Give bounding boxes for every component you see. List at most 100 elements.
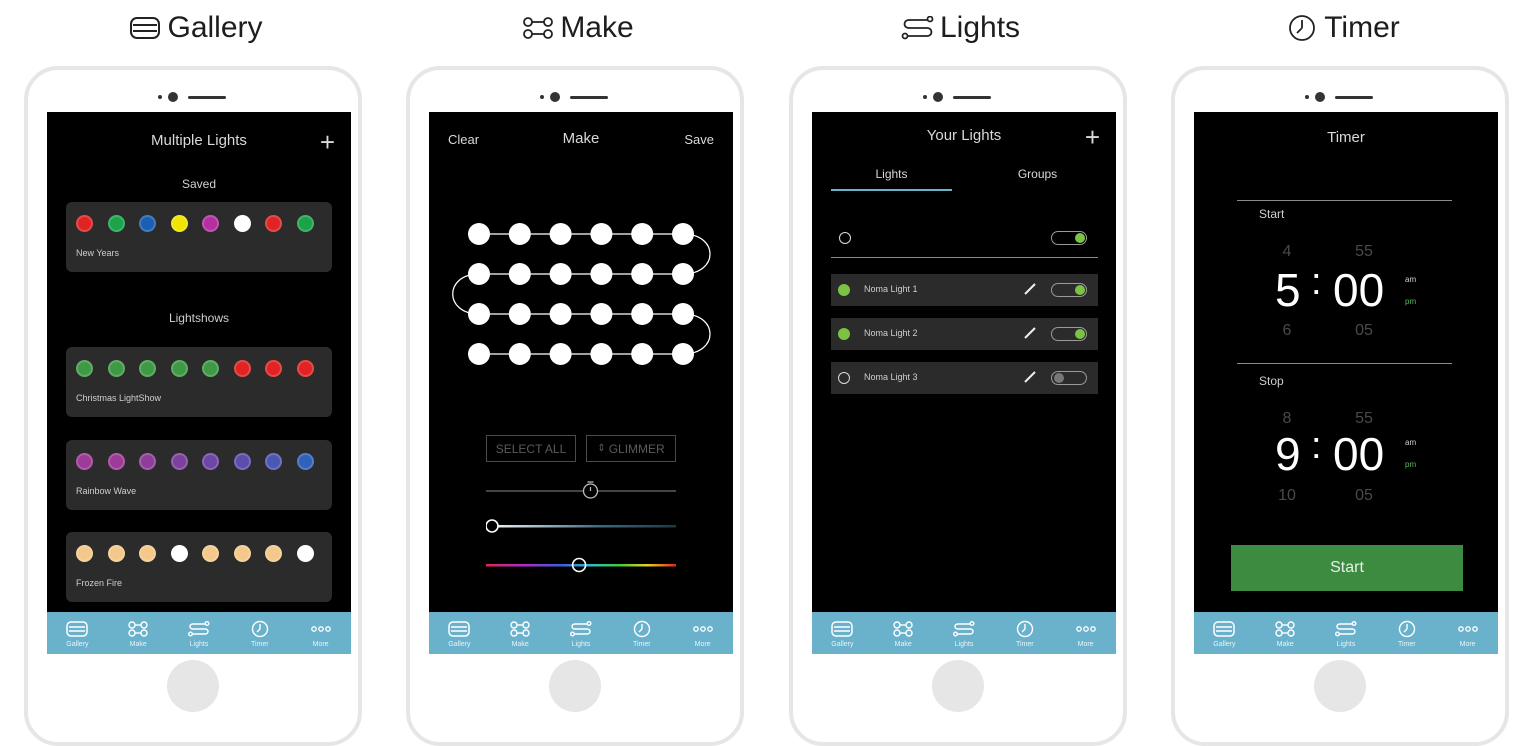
tab-gallery[interactable]: Gallery [812,612,873,654]
make-icon [1274,619,1296,639]
stop-min-next[interactable]: 05 [1344,487,1384,505]
light-bulb[interactable] [672,303,694,325]
tab-lights[interactable]: Lights [169,612,230,654]
start-hour-prev[interactable]: 4 [1267,243,1307,261]
add-button[interactable]: + [1085,124,1100,150]
stop-colon: : [1311,425,1322,467]
brightness-track[interactable] [486,525,676,528]
light-bulb[interactable] [549,303,572,325]
stop-am[interactable]: am [1405,438,1416,447]
light-toggle[interactable] [1051,327,1087,341]
start-minute[interactable]: 00 [1333,263,1384,317]
light-bulb[interactable] [631,303,654,325]
home-button[interactable] [167,660,219,712]
stop-hour[interactable]: 9 [1275,427,1301,481]
tab-timer[interactable]: Timer [229,612,290,654]
start-hour[interactable]: 5 [1275,263,1301,317]
light-bulb[interactable] [508,303,531,325]
home-button[interactable] [1314,660,1366,712]
color-dot [233,360,251,377]
stop-min-prev[interactable]: 55 [1344,410,1384,428]
start-pm[interactable]: pm [1405,297,1416,306]
light-row[interactable]: Noma Light 1 [831,274,1098,306]
start-min-prev[interactable]: 55 [1344,243,1384,261]
light-bulb[interactable] [631,263,654,285]
light-bulb[interactable] [549,223,572,245]
light-bulb[interactable] [549,263,572,285]
light-string-grid[interactable] [449,222,719,372]
light-bulb[interactable] [508,223,531,245]
light-toggle[interactable] [1051,371,1087,385]
light-bulb[interactable] [468,223,490,245]
make-sliders[interactable] [486,480,676,580]
light-bulb[interactable] [549,343,572,365]
tab-timer[interactable]: Timer [994,612,1055,654]
light-bulb[interactable] [468,343,490,365]
light-bulb[interactable] [590,263,613,285]
tab-lights[interactable]: Lights [831,167,952,181]
tab-label: Lights [189,641,209,648]
tab-make[interactable]: Make [873,612,934,654]
stop-hour-next[interactable]: 10 [1267,487,1307,505]
light-bulb[interactable] [508,263,531,285]
select-all-radio[interactable] [839,232,851,244]
edit-pencil-icon[interactable] [1023,326,1037,345]
light-toggle[interactable] [1051,283,1087,297]
edit-pencil-icon[interactable] [1023,370,1037,389]
speed-slider-thumb[interactable] [582,481,599,499]
light-bulb[interactable] [672,263,694,285]
tab-make[interactable]: Make [108,612,169,654]
light-bulb[interactable] [468,263,490,285]
tab-gallery[interactable]: Gallery [47,612,108,654]
light-bulb[interactable] [508,343,531,365]
light-bulb[interactable] [672,223,694,245]
brightness-slider-thumb[interactable] [486,519,499,533]
stop-minute[interactable]: 00 [1333,427,1384,481]
light-bulb[interactable] [590,303,613,325]
tab-groups[interactable]: Groups [977,167,1098,181]
start-min-next[interactable]: 05 [1344,322,1384,340]
light-row[interactable]: Noma Light 2 [831,318,1098,350]
tab-bar: Gallery Make Lights Timer More [47,612,351,654]
timer-icon [1282,12,1322,44]
start-button[interactable]: Start [1231,545,1463,591]
stop-hour-prev[interactable]: 8 [1267,410,1307,428]
light-bulb[interactable] [631,343,654,365]
tab-lights[interactable]: Lights [1316,612,1377,654]
tab-lights[interactable]: Lights [551,612,612,654]
tab-timer[interactable]: Timer [1376,612,1437,654]
light-bulb[interactable] [590,343,613,365]
tab-more[interactable]: More [290,612,351,654]
home-button[interactable] [549,660,601,712]
add-button[interactable]: + [320,129,335,155]
preset-card[interactable]: Rainbow Wave [66,440,332,510]
tab-make[interactable]: Make [490,612,551,654]
light-bulb[interactable] [590,223,613,245]
tab-timer[interactable]: Timer [611,612,672,654]
preset-card[interactable]: Frozen Fire [66,532,332,602]
start-am[interactable]: am [1405,275,1416,284]
light-row[interactable]: Noma Light 3 [831,362,1098,394]
home-button[interactable] [932,660,984,712]
tab-lights[interactable]: Lights [934,612,995,654]
master-toggle[interactable] [1051,231,1087,245]
preset-card[interactable]: Christmas LightShow [66,347,332,417]
tab-make[interactable]: Make [1255,612,1316,654]
tab-more[interactable]: More [1437,612,1498,654]
gallery-screen: Multiple Lights + Saved New Years Lights… [47,112,351,654]
tab-gallery[interactable]: Gallery [1194,612,1255,654]
select-all-button[interactable]: SELECT ALL [486,435,576,462]
light-bulb[interactable] [468,303,490,325]
hue-track[interactable] [486,564,676,567]
tab-gallery[interactable]: Gallery [429,612,490,654]
tab-more[interactable]: More [1055,612,1116,654]
glimmer-button[interactable]: ⇕ GLIMMER [586,435,676,462]
tab-more[interactable]: More [672,612,733,654]
light-bulb[interactable] [672,343,694,365]
light-bulb[interactable] [631,223,654,245]
edit-pencil-icon[interactable] [1023,282,1037,301]
save-button[interactable]: Save [684,132,714,147]
preset-card[interactable]: New Years [66,202,332,272]
stop-pm[interactable]: pm [1405,460,1416,469]
start-hour-next[interactable]: 6 [1267,322,1307,340]
